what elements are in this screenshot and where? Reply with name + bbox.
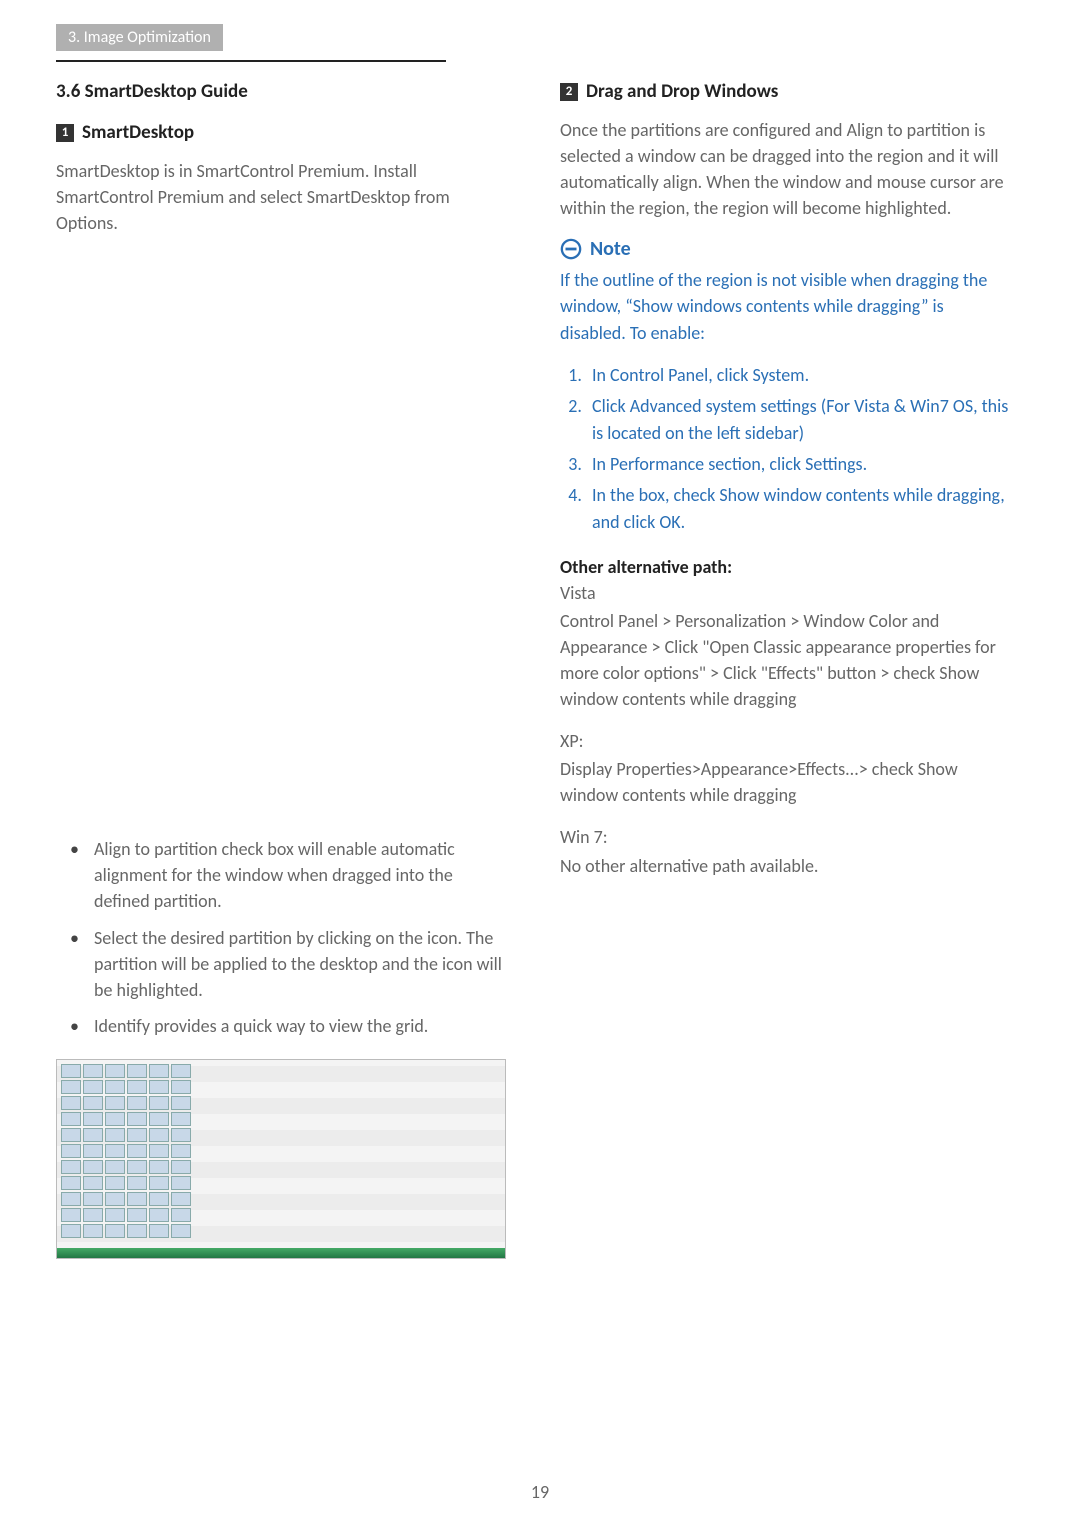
left-column: 3.6 SmartDesktop Guide 1 SmartDesktop Sm… (56, 80, 506, 1259)
desktop-screenshot (56, 1059, 506, 1259)
subsection-drag-drop: 2 Drag and Drop Windows (560, 80, 1010, 103)
list-item: Select the desired partition by clicking… (56, 925, 506, 1003)
intro-paragraph: SmartDesktop is in SmartControl Premium.… (56, 158, 506, 236)
note-text: If the outline of the region is not visi… (560, 267, 1010, 345)
feature-bullets: Align to partition check box will enable… (56, 836, 506, 1039)
note-icon (560, 238, 582, 260)
subsection-title: SmartDesktop (82, 121, 194, 144)
desktop-icons-grid (61, 1064, 191, 1244)
drag-drop-paragraph: Once the partitions are configured and A… (560, 117, 1010, 221)
alt-path-heading: Other alternative path: (560, 556, 1010, 578)
subsection-smartdesktop: 1 SmartDesktop (56, 121, 506, 144)
page-number: 19 (0, 1481, 1080, 1503)
win7-text: No other alternative path available. (560, 853, 1010, 879)
subsection-title: Drag and Drop Windows (586, 80, 778, 103)
win7-label: Win 7: (560, 824, 1010, 850)
section-title: 3.6 SmartDesktop Guide (56, 80, 506, 103)
xp-text: Display Properties>Appearance>Effects...… (560, 756, 1010, 808)
list-item: Identify provides a quick way to view th… (56, 1013, 506, 1039)
note-steps: In Control Panel, click System. Click Ad… (560, 362, 1010, 536)
step-badge-2: 2 (560, 83, 578, 101)
taskbar (57, 1248, 505, 1258)
note-label: Note (590, 237, 631, 261)
list-item: Align to partition check box will enable… (56, 836, 506, 914)
list-item: In Performance section, click Settings. (586, 451, 1010, 478)
list-item: In Control Panel, click System. (586, 362, 1010, 389)
right-column: 2 Drag and Drop Windows Once the partiti… (560, 80, 1010, 895)
vista-text: Control Panel > Personalization > Window… (560, 608, 1010, 712)
step-badge-1: 1 (56, 124, 74, 142)
note-heading: Note (560, 237, 631, 261)
list-item: Click Advanced system settings (For Vist… (586, 393, 1010, 447)
vista-label: Vista (560, 580, 1010, 606)
list-item: In the box, check Show window contents w… (586, 482, 1010, 536)
breadcrumb: 3. Image Optimization (56, 24, 223, 51)
horizontal-rule (56, 60, 446, 62)
xp-label: XP: (560, 728, 1010, 754)
